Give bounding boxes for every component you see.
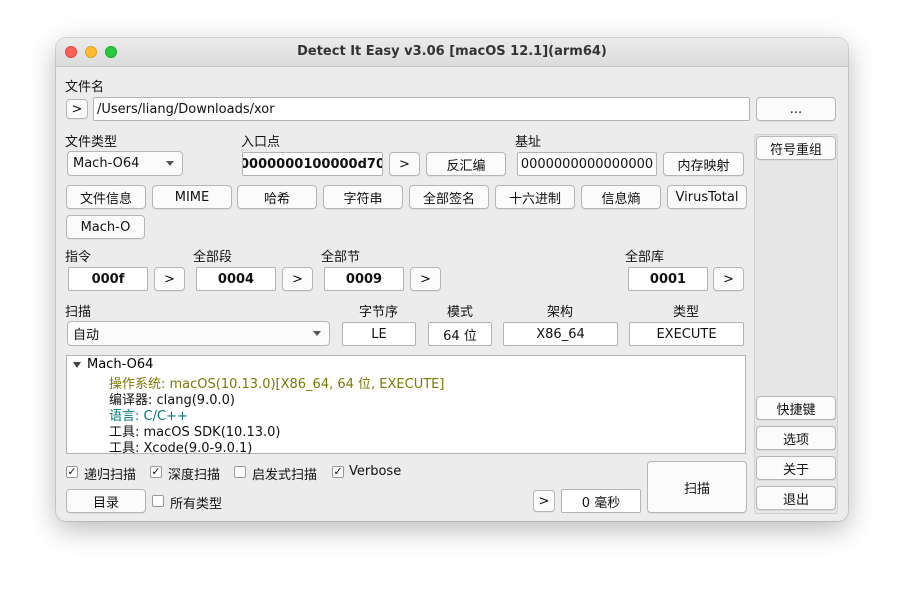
type-value: EXECUTE — [656, 326, 717, 342]
segments-goto-button[interactable]: > — [282, 267, 313, 291]
elapsed-time-value: 0 毫秒 — [581, 495, 621, 511]
mode-label: 模式 — [447, 305, 474, 320]
recursive-scan-label: 递归扫描 — [84, 468, 137, 483]
libraries-count-field[interactable]: 0001 — [628, 267, 708, 291]
directory-button[interactable]: 目录 — [66, 489, 146, 513]
mode-field[interactable]: 64 位 — [428, 322, 492, 346]
triangle-down-icon[interactable] — [73, 361, 81, 368]
base-address-value: 0000000000000000 — [520, 156, 654, 172]
libraries-goto-button[interactable]: > — [713, 267, 744, 291]
entry-point-value: 0000000100000d70 — [242, 156, 383, 172]
instructions-goto-button[interactable]: > — [154, 267, 185, 291]
shortcuts-button[interactable]: 快捷键 — [756, 396, 836, 420]
segments-count: 0004 — [217, 271, 255, 287]
sections-goto-button[interactable]: > — [410, 267, 441, 291]
tree-item-text: 工具: Xcode(9.0-9.0.1) — [109, 441, 253, 456]
elapsed-goto-button[interactable]: > — [533, 490, 555, 512]
all-types-checkbox[interactable] — [152, 495, 164, 507]
entropy-button[interactable]: 信息熵 — [581, 185, 661, 209]
mach-o-button[interactable]: Mach-O — [66, 215, 145, 239]
type-field[interactable]: EXECUTE — [629, 322, 744, 346]
instructions-count-field[interactable]: 000f — [68, 267, 148, 291]
sections-label: 全部节 — [321, 250, 361, 265]
browse-button[interactable]: ... — [756, 97, 836, 121]
about-button[interactable]: 关于 — [756, 456, 836, 480]
type-label: 类型 — [673, 305, 700, 320]
chevron-down-icon — [166, 161, 174, 166]
strings-button[interactable]: 字符串 — [323, 185, 403, 209]
arch-label: 架构 — [547, 305, 574, 320]
exit-button[interactable]: 退出 — [756, 486, 836, 510]
file-type-label: 文件类型 — [65, 135, 118, 150]
signatures-button[interactable]: 全部签名 — [409, 185, 489, 209]
all-types-label: 所有类型 — [170, 497, 223, 512]
entry-point-field[interactable]: 0000000100000d70 — [242, 152, 383, 176]
instructions-label: 指令 — [65, 250, 92, 265]
main-window: Detect It Easy v3.06 [macOS 12.1](arm64)… — [56, 38, 848, 521]
tree-root-label: Mach-O64 — [87, 357, 154, 372]
scan-label: 扫描 — [65, 305, 92, 320]
tree-root-row[interactable]: Mach-O64 — [73, 357, 153, 372]
entry-point-label: 入口点 — [241, 135, 281, 150]
file-type-select[interactable]: Mach-O64 — [67, 151, 183, 176]
sections-count: 0009 — [345, 271, 383, 287]
disassemble-button[interactable]: 反汇编 — [426, 152, 506, 176]
mode-value: 64 位 — [443, 328, 477, 344]
title-bar: Detect It Easy v3.06 [macOS 12.1](arm64) — [56, 38, 848, 67]
verbose-label: Verbose — [349, 464, 402, 479]
deep-scan-checkbox[interactable]: ✓ — [150, 466, 162, 478]
base-address-field[interactable]: 0000000000000000 — [517, 152, 657, 176]
elapsed-time-field: 0 毫秒 — [561, 489, 641, 513]
symbol-demangle-button[interactable]: 符号重组 — [756, 136, 836, 160]
libraries-label: 全部库 — [625, 250, 665, 265]
options-button[interactable]: 选项 — [756, 426, 836, 450]
arch-field[interactable]: X86_64 — [503, 322, 618, 346]
endianness-label: 字节序 — [359, 305, 399, 320]
hex-button[interactable]: 十六进制 — [495, 185, 575, 209]
scan-mode-value: 自动 — [73, 328, 100, 343]
hash-button[interactable]: 哈希 — [237, 185, 317, 209]
tree-item-tool-xcode[interactable]: 工具: Xcode(9.0-9.0.1) — [109, 437, 252, 456]
segments-count-field[interactable]: 0004 — [196, 267, 276, 291]
window-title: Detect It Easy v3.06 [macOS 12.1](arm64) — [297, 44, 607, 59]
file-info-button[interactable]: 文件信息 — [66, 185, 146, 209]
scan-results-tree[interactable]: Mach-O64 操作系统: macOS(10.13.0)[X86_64, 64… — [66, 355, 746, 456]
mime-button[interactable]: MIME — [152, 185, 232, 209]
file-path-text: /Users/liang/Downloads/xor — [97, 101, 275, 117]
entry-point-goto-button[interactable]: > — [389, 152, 420, 176]
heuristic-scan-label: 启发式扫描 — [252, 468, 318, 483]
recursive-scan-checkbox[interactable]: ✓ — [66, 466, 78, 478]
file-name-label: 文件名 — [65, 80, 105, 95]
scan-button[interactable]: 扫描 — [647, 461, 747, 513]
open-file-button[interactable]: > — [66, 99, 88, 119]
verbose-checkbox[interactable]: ✓ — [332, 466, 344, 478]
arch-value: X86_64 — [536, 326, 585, 342]
instructions-count: 000f — [91, 271, 125, 287]
file-type-value: Mach-O64 — [73, 156, 140, 171]
virustotal-button[interactable]: VirusTotal — [667, 185, 747, 209]
endianness-value: LE — [371, 326, 387, 342]
heuristic-scan-checkbox[interactable] — [234, 466, 246, 478]
sections-count-field[interactable]: 0009 — [324, 267, 404, 291]
scan-mode-select[interactable]: 自动 — [67, 321, 330, 346]
file-path-field[interactable]: /Users/liang/Downloads/xor — [93, 97, 750, 121]
deep-scan-label: 深度扫描 — [168, 468, 221, 483]
segments-label: 全部段 — [193, 250, 233, 265]
base-address-label: 基址 — [515, 135, 542, 150]
chevron-down-icon — [313, 331, 321, 336]
memory-map-button[interactable]: 内存映射 — [663, 152, 744, 176]
libraries-count: 0001 — [649, 271, 687, 287]
endianness-field[interactable]: LE — [342, 322, 416, 346]
